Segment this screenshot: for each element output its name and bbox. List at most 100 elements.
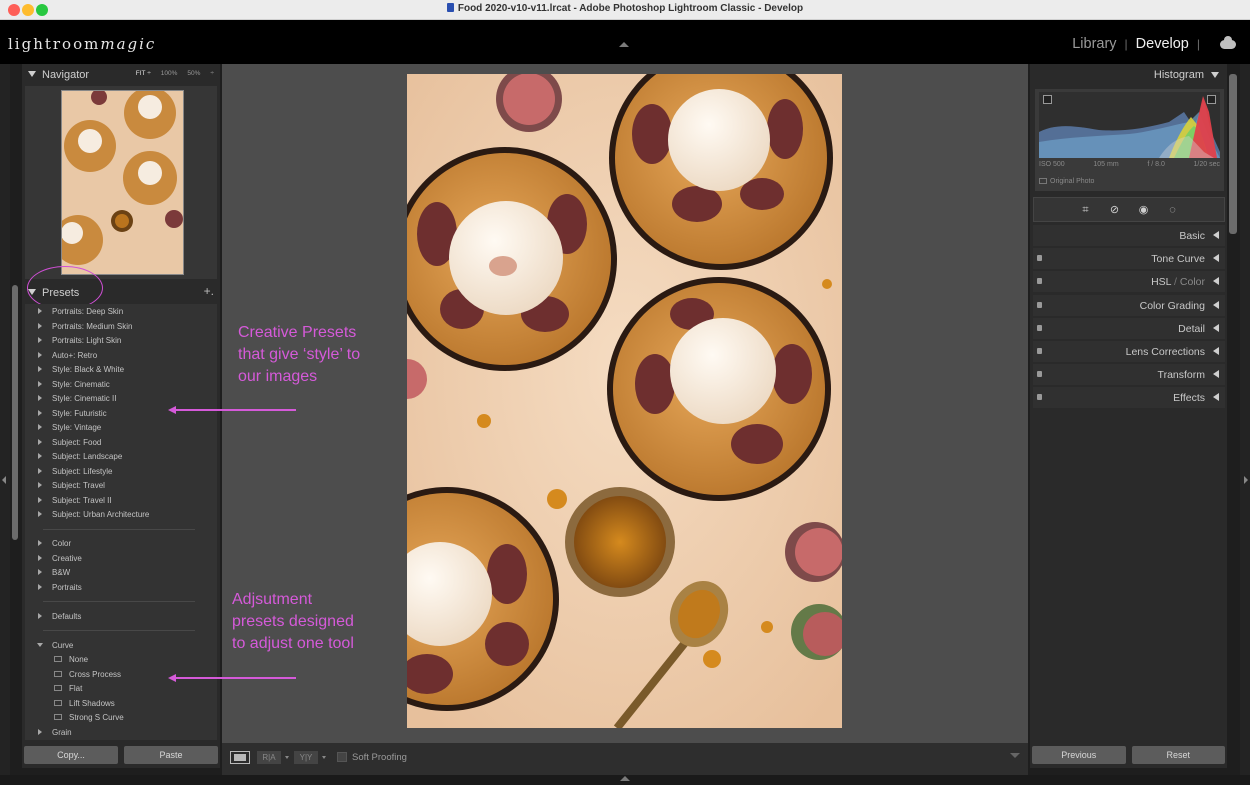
right-panel-scrollbar[interactable] xyxy=(1229,74,1237,234)
expand-arrow-icon[interactable] xyxy=(1213,370,1219,378)
zoom-custom[interactable]: ÷ xyxy=(210,70,214,77)
preset-group[interactable]: Subject: Travel II xyxy=(25,493,217,508)
preset-group[interactable]: Style: Vintage xyxy=(25,420,217,435)
mask-icon[interactable]: ◌ xyxy=(1167,204,1179,216)
expand-arrow-icon[interactable] xyxy=(38,424,42,430)
healing-icon[interactable]: ⊘ xyxy=(1109,204,1121,216)
preset-group[interactable]: Subject: Landscape xyxy=(25,449,217,464)
develop-photo[interactable] xyxy=(407,74,842,728)
section-basic[interactable]: Basic xyxy=(1033,225,1225,246)
collapse-triangle-icon[interactable] xyxy=(28,289,36,295)
expand-arrow-icon[interactable] xyxy=(1213,254,1219,262)
presets-header[interactable]: Presets +. xyxy=(22,281,220,303)
expand-arrow-icon[interactable] xyxy=(38,322,42,329)
expand-arrow-icon[interactable] xyxy=(38,554,42,561)
left-panel-toggle-icon[interactable] xyxy=(2,476,6,484)
crop-icon[interactable]: ⌗ xyxy=(1080,204,1092,216)
cloud-icon[interactable] xyxy=(1220,35,1236,49)
expand-arrow-icon[interactable] xyxy=(38,337,42,343)
reset-button[interactable]: Reset xyxy=(1131,746,1225,764)
panel-switch-icon[interactable] xyxy=(1037,394,1042,400)
preset-group[interactable]: Portraits: Light Skin xyxy=(25,333,217,348)
loupe-view-icon[interactable] xyxy=(230,751,250,764)
expand-arrow-icon[interactable] xyxy=(38,583,42,590)
module-develop[interactable]: Develop xyxy=(1136,36,1189,52)
preset-group[interactable]: Style: Futuristic xyxy=(25,406,217,421)
right-panel-toggle-icon[interactable] xyxy=(1244,476,1248,484)
preset-group[interactable]: Portraits xyxy=(25,580,217,595)
navigator-preview[interactable] xyxy=(25,86,217,279)
expand-arrow-icon[interactable] xyxy=(38,366,42,372)
collapse-arrow-icon[interactable] xyxy=(37,642,43,647)
preset-group[interactable]: Subject: Food xyxy=(25,435,217,450)
copy-settings-button[interactable]: Copy... xyxy=(24,746,118,764)
toolbar-menu-icon[interactable] xyxy=(1010,753,1020,758)
preset-group[interactable]: Style: Black & White xyxy=(25,362,217,377)
dropdown-caret-icon[interactable] xyxy=(285,756,289,759)
bottom-panel-toggle-icon[interactable] xyxy=(620,776,630,781)
preset-group[interactable]: Color xyxy=(25,536,217,551)
preset-group[interactable]: Subject: Travel xyxy=(25,478,217,493)
preset-group[interactable]: Auto+: Retro xyxy=(25,348,217,363)
left-panel-scrollbar[interactable] xyxy=(12,285,18,540)
zoom-100[interactable]: 100% xyxy=(161,70,178,77)
navigator-header[interactable]: Navigator FIT ÷ 100% 50% ÷ xyxy=(22,64,220,86)
expand-arrow-icon[interactable] xyxy=(38,409,42,416)
section-tone-curve[interactable]: Tone Curve xyxy=(1033,248,1225,269)
expand-arrow-icon[interactable] xyxy=(38,308,42,314)
section-color-grading[interactable]: Color Grading xyxy=(1033,295,1225,316)
preset-item[interactable]: Strong S Curve xyxy=(25,710,217,725)
expand-arrow-icon[interactable] xyxy=(38,612,42,619)
collapse-triangle-icon[interactable] xyxy=(1211,72,1219,78)
section-detail[interactable]: Detail xyxy=(1033,318,1225,339)
panel-switch-icon[interactable] xyxy=(1037,255,1042,261)
expand-arrow-icon[interactable] xyxy=(38,351,42,358)
expand-arrow-icon[interactable] xyxy=(38,395,42,401)
preset-item[interactable]: Cross Process xyxy=(25,667,217,682)
previous-button[interactable]: Previous xyxy=(1032,746,1126,764)
expand-arrow-icon[interactable] xyxy=(1213,301,1219,309)
expand-arrow-icon[interactable] xyxy=(1213,231,1219,239)
panel-switch-icon[interactable] xyxy=(1037,371,1042,377)
zoom-50[interactable]: 50% xyxy=(187,70,200,77)
preset-group[interactable]: Subject: Urban Architecture xyxy=(25,507,217,522)
expand-arrow-icon[interactable] xyxy=(38,511,42,517)
preset-item[interactable]: Flat xyxy=(25,681,217,696)
panel-switch-icon[interactable] xyxy=(1037,278,1042,284)
preset-group[interactable]: Style: Cinematic xyxy=(25,377,217,392)
preset-group[interactable]: Subject: Lifestyle xyxy=(25,464,217,479)
panel-switch-icon[interactable] xyxy=(1037,325,1042,331)
before-after-ra-button[interactable]: R|A xyxy=(257,751,281,764)
expand-arrow-icon[interactable] xyxy=(1213,277,1219,285)
preset-group[interactable]: Portraits: Deep Skin xyxy=(25,304,217,319)
expand-arrow-icon[interactable] xyxy=(38,728,42,735)
highlight-clipping-indicator[interactable] xyxy=(1207,95,1216,104)
module-library[interactable]: Library xyxy=(1072,36,1116,52)
panel-switch-icon[interactable] xyxy=(1037,348,1042,354)
expand-arrow-icon[interactable] xyxy=(1213,347,1219,355)
shadow-clipping-indicator[interactable] xyxy=(1043,95,1052,104)
section-effects[interactable]: Effects xyxy=(1033,387,1225,408)
histogram-graph[interactable] xyxy=(1039,92,1220,158)
preset-group[interactable]: Defaults xyxy=(25,609,217,624)
expand-arrow-icon[interactable] xyxy=(38,438,42,445)
expand-arrow-icon[interactable] xyxy=(1213,324,1219,332)
expand-arrow-icon[interactable] xyxy=(38,453,42,459)
expand-arrow-icon[interactable] xyxy=(38,540,42,546)
paste-settings-button[interactable]: Paste xyxy=(124,746,218,764)
preset-group[interactable]: Style: Cinematic II xyxy=(25,391,217,406)
preset-group[interactable]: Portraits: Medium Skin xyxy=(25,319,217,334)
left-panel-edge[interactable] xyxy=(0,64,10,775)
expand-arrow-icon[interactable] xyxy=(38,496,42,503)
before-after-yy-button[interactable]: Y|Y xyxy=(294,751,318,764)
add-preset-button[interactable]: +. xyxy=(204,284,214,298)
section-lens-corrections[interactable]: Lens Corrections xyxy=(1033,341,1225,362)
panel-switch-icon[interactable] xyxy=(1037,302,1042,308)
top-panel-toggle-icon[interactable] xyxy=(619,42,629,47)
expand-arrow-icon[interactable] xyxy=(38,482,42,488)
expand-arrow-icon[interactable] xyxy=(38,380,42,387)
preset-group-curve[interactable]: Curve xyxy=(25,638,217,653)
soft-proofing-checkbox[interactable] xyxy=(337,752,347,762)
expand-arrow-icon[interactable] xyxy=(1213,393,1219,401)
histogram-header[interactable]: Histogram xyxy=(1154,69,1219,81)
